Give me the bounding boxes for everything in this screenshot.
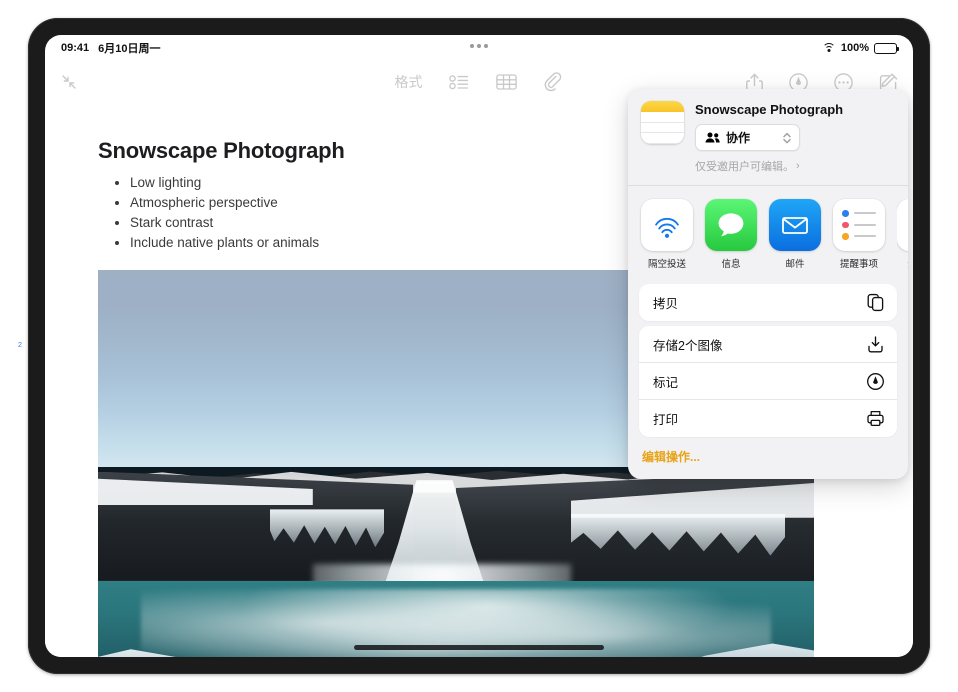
table-icon[interactable] <box>496 73 518 91</box>
share-target-label: 信息 <box>705 256 757 270</box>
copy-icon <box>866 293 885 312</box>
document-bullet-list: Low lighting Atmospheric perspective Sta… <box>113 173 319 253</box>
toolbar-left <box>59 72 79 92</box>
status-date: 6月10日周一 <box>98 40 160 56</box>
action-label: 拷贝 <box>653 293 866 312</box>
share-sheet-title: Snowscape Photograph <box>695 102 894 117</box>
two-people-icon <box>705 132 720 143</box>
share-sheet-header: Snowscape Photograph 协作 <box>628 89 908 186</box>
list-item: Stark contrast <box>113 213 319 233</box>
share-target-label: 提醒事项 <box>833 256 885 270</box>
share-action-group-one: 拷贝 <box>639 284 897 321</box>
permission-note-label: 仅受邀用户可编辑。 <box>695 158 794 174</box>
action-label: 存储2个图像 <box>653 335 866 354</box>
share-target-app-row[interactable]: 隔空投送 信息 <box>628 186 908 279</box>
action-label: 标记 <box>653 372 866 391</box>
edge-marker: 2 <box>18 342 22 349</box>
printer-icon <box>866 409 885 428</box>
messages-icon <box>705 199 757 251</box>
battery-percent-label: 100% <box>841 42 869 54</box>
collapse-arrows-icon[interactable] <box>59 72 79 92</box>
ipad-screen: 09:41 6月10日周一 100% <box>45 35 913 657</box>
bulleted-list-icon[interactable] <box>449 73 470 91</box>
battery-full-icon <box>874 43 897 54</box>
home-indicator[interactable] <box>354 645 604 650</box>
chevron-up-down-icon <box>782 131 792 145</box>
action-copy[interactable]: 拷贝 <box>639 284 897 321</box>
list-item: Atmospheric perspective <box>113 193 319 213</box>
action-label: 打印 <box>653 409 866 428</box>
chevron-right-icon: › <box>796 160 800 172</box>
share-target-messages[interactable]: 信息 <box>705 199 757 270</box>
freeform-icon <box>897 199 908 251</box>
collaborate-dropdown-label: 协作 <box>726 129 776 146</box>
collaborate-dropdown[interactable]: 协作 <box>695 124 800 151</box>
edit-actions-link[interactable]: 编辑操作... <box>642 450 700 464</box>
share-sheet-popover: Snowscape Photograph 协作 <box>628 89 908 479</box>
action-markup[interactable]: 标记 <box>639 363 897 400</box>
list-item: Low lighting <box>113 173 319 193</box>
page-title: Snowscape Photograph <box>98 138 345 164</box>
share-target-label: 邮件 <box>769 256 821 270</box>
status-bar-right: 100% <box>823 42 897 54</box>
reminders-icon <box>833 199 885 251</box>
save-download-icon <box>866 335 885 354</box>
paperclip-icon[interactable] <box>544 72 564 92</box>
share-target-airdrop[interactable]: 隔空投送 <box>641 199 693 270</box>
screenshot-root: 2 09:41 6月10日周一 100% <box>0 0 958 692</box>
share-target-reminders[interactable]: 提醒事项 <box>833 199 885 270</box>
list-item: Include native plants or animals <box>113 233 319 253</box>
wifi-icon <box>823 43 836 53</box>
share-action-group-two: 存储2个图像 标记 <box>639 326 897 437</box>
action-print[interactable]: 打印 <box>639 400 897 437</box>
share-sheet-header-text: Snowscape Photograph 协作 <box>695 101 894 174</box>
action-save-images[interactable]: 存储2个图像 <box>639 326 897 363</box>
format-button[interactable]: 格式 <box>395 72 423 92</box>
status-bar-left: 09:41 6月10日周一 <box>61 40 161 56</box>
airdrop-icon <box>641 199 693 251</box>
mail-icon <box>769 199 821 251</box>
markup-pen-icon <box>866 372 885 391</box>
status-bar: 09:41 6月10日周一 100% <box>45 35 913 61</box>
status-time: 09:41 <box>61 42 89 54</box>
notes-app-icon <box>641 101 684 144</box>
share-target-freeform[interactable]: 无 <box>897 199 908 270</box>
toolbar-center: 格式 <box>395 72 564 92</box>
share-target-label: 隔空投送 <box>641 256 693 270</box>
share-sheet-footer: 编辑操作... <box>628 437 908 479</box>
multitask-dots-icon[interactable] <box>470 44 488 48</box>
share-target-label: 无 <box>897 256 908 270</box>
permission-note[interactable]: 仅受邀用户可编辑。 › <box>695 158 894 174</box>
share-target-mail[interactable]: 邮件 <box>769 199 821 270</box>
